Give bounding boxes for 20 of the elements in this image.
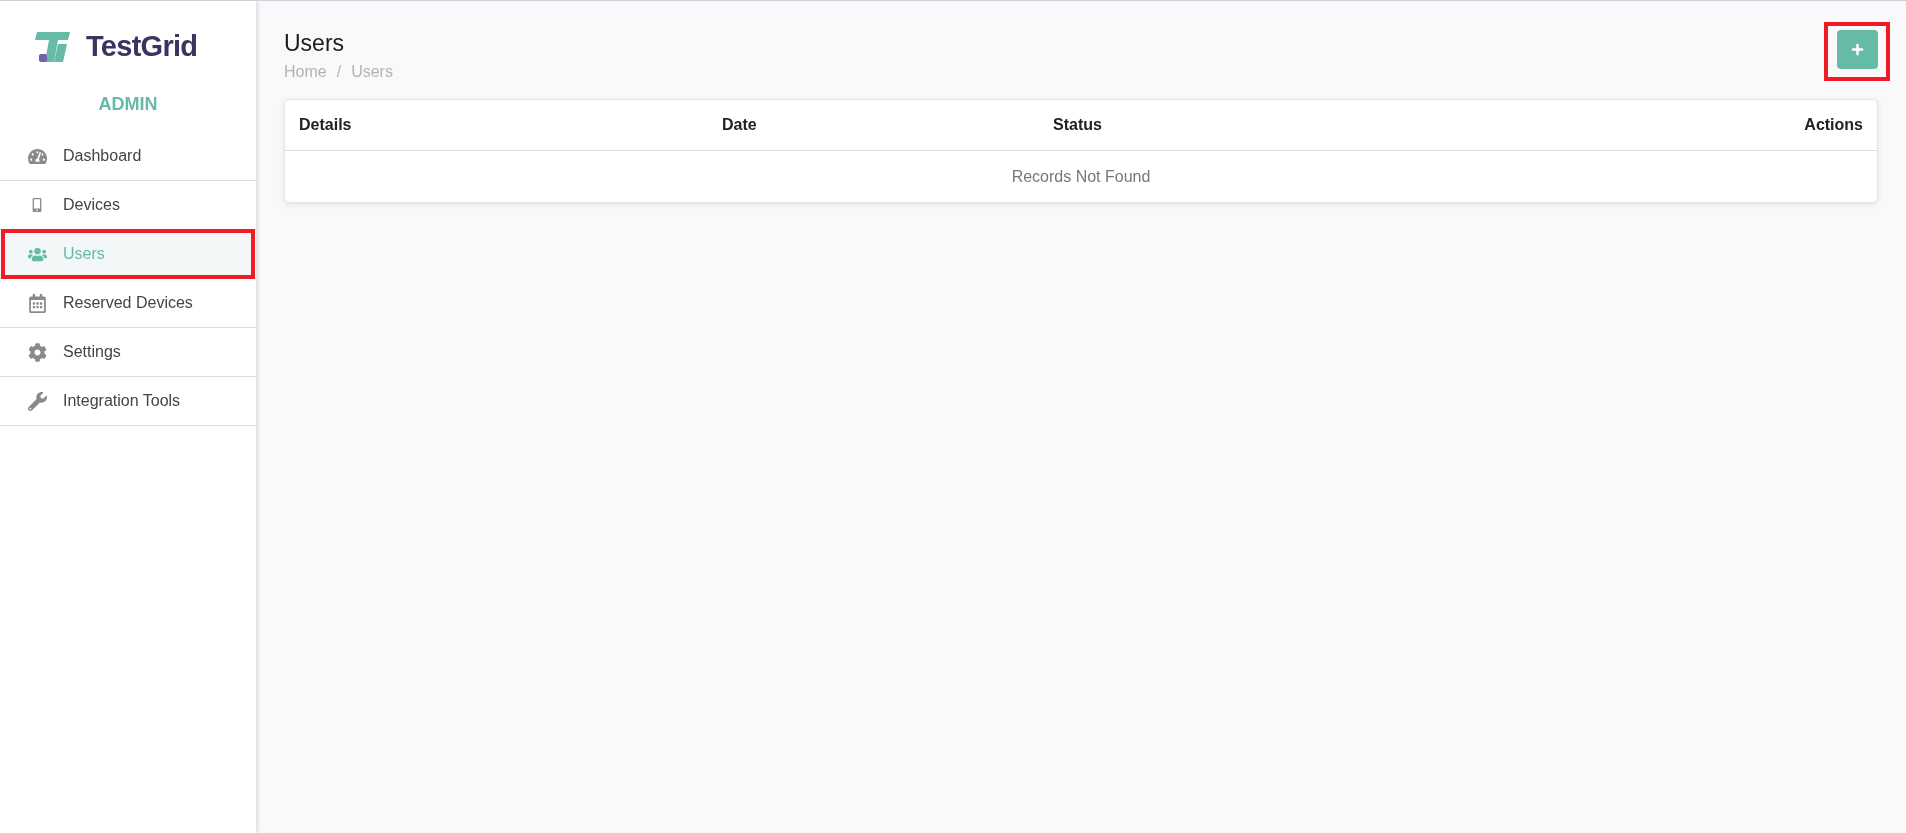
nav-item[interactable]: Devices (0, 181, 256, 229)
gauge-icon (27, 146, 47, 166)
role-label: ADMIN (97, 93, 159, 116)
add-button[interactable] (1837, 30, 1878, 69)
column-header: Status (1053, 116, 1102, 133)
settings-icon (27, 342, 47, 362)
breadcrumb-separator: / (336, 61, 342, 82)
column-header: Date (722, 116, 757, 133)
nav-item[interactable]: Integration Tools (0, 377, 256, 425)
empty-message: Records Not Found (1011, 166, 1151, 187)
nav-item[interactable]: Dashboard (0, 132, 256, 180)
column-header: Actions (1804, 116, 1863, 133)
nav-item[interactable]: Reserved Devices (0, 279, 256, 327)
brand-name: TestGrid (86, 29, 198, 65)
wrench-icon (27, 391, 47, 411)
nav-item[interactable]: Settings (0, 328, 256, 376)
page-title: Users (284, 29, 346, 58)
plus-icon (1851, 43, 1864, 56)
column-header: Details (299, 116, 352, 133)
calendar-icon (27, 293, 47, 313)
